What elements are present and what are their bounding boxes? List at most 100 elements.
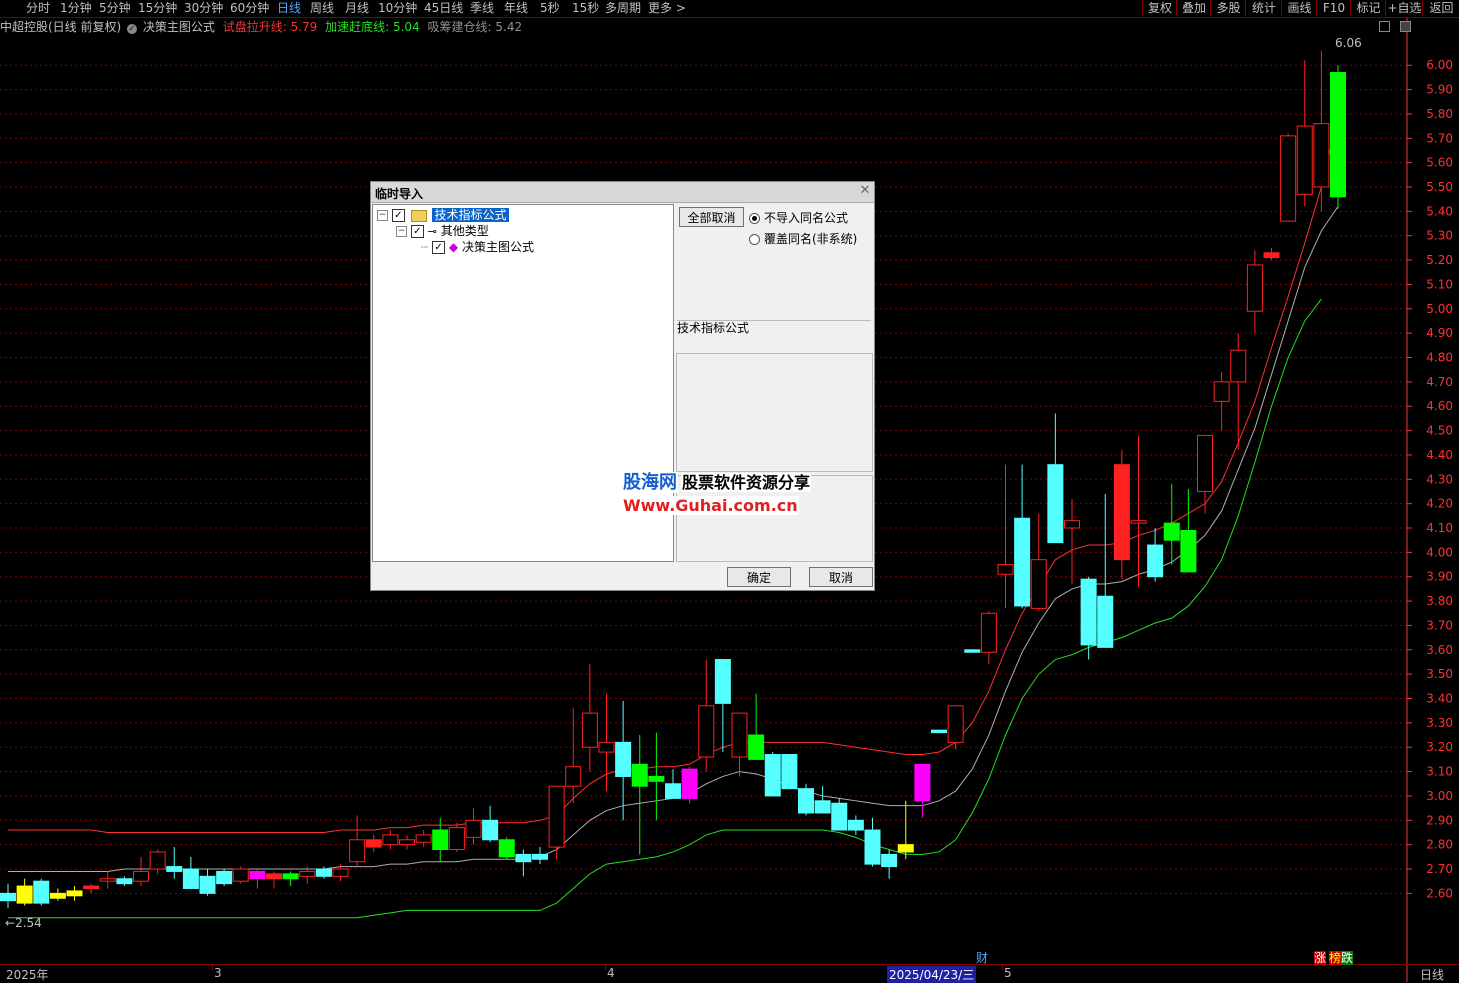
axis-month-3: 3 (214, 966, 222, 980)
candle-body (266, 873, 282, 880)
period-14[interactable]: 15秒 (572, 0, 599, 16)
candle-body (382, 834, 399, 846)
candle-body (1080, 578, 1097, 646)
candle-body (232, 868, 249, 882)
y-tick-label: 3.80 (1426, 594, 1453, 608)
period-5[interactable]: 60分钟 (230, 0, 269, 16)
child-checkbox[interactable]: ✓ (410, 225, 424, 238)
line3-value: 5.42 (495, 20, 523, 34)
y-tick-label: 5.70 (1426, 131, 1453, 145)
period-9[interactable]: 10分钟 (378, 0, 417, 16)
temp-import-dialog: 临时导入 ✕ − ✓ 技术指标公式 − ✓ ⊸ 其他类型 ┄ ✓ ◆ 决策主图公… (370, 181, 875, 591)
candle-body (648, 775, 665, 782)
y-tick-label: 5.30 (1426, 229, 1453, 243)
chart-right-icons (1379, 21, 1411, 35)
period-15[interactable]: 多周期 (605, 0, 641, 16)
candle-body (182, 868, 199, 889)
period-4[interactable]: 30分钟 (184, 0, 223, 16)
candle-body (1330, 72, 1346, 198)
period-2[interactable]: 5分钟 (99, 0, 131, 16)
toolbar-button-6[interactable]: 标记 (1350, 0, 1386, 16)
candle-body (399, 839, 415, 846)
y-tick-label: 3.20 (1426, 740, 1453, 754)
period-1[interactable]: 1分钟 (60, 0, 92, 16)
y-tick-label: 4.80 (1426, 351, 1453, 365)
y-tick-label: 3.70 (1426, 618, 1453, 632)
rise-marker[interactable]: 涨 (1314, 951, 1327, 965)
list-marker[interactable]: 榜 (1329, 951, 1342, 965)
overwrite-radio[interactable]: 覆盖同名(非系统) (749, 230, 857, 247)
candle-body (814, 800, 831, 814)
candle-body (1047, 464, 1064, 544)
candle-body (665, 783, 681, 799)
period-6[interactable]: 日线 (277, 0, 301, 16)
period-10[interactable]: 45日线 (424, 0, 463, 16)
y-tick-label: 5.90 (1426, 83, 1453, 97)
fall-marker[interactable]: 跌 (1341, 951, 1354, 965)
candle-body (282, 873, 299, 880)
close-icon[interactable]: ✕ (858, 184, 872, 198)
minimize-panel-icon[interactable] (1379, 21, 1390, 32)
period-13[interactable]: 5秒 (540, 0, 560, 16)
candle-body (1180, 529, 1197, 573)
y-tick-label: 4.70 (1426, 375, 1453, 389)
toolbar-button-1[interactable]: 叠加 (1176, 0, 1211, 16)
period-8[interactable]: 月线 (345, 0, 369, 16)
toolbar-button-3[interactable]: 统计 (1245, 0, 1282, 16)
no-import-radio[interactable]: 不导入同名公式 (749, 209, 848, 226)
cancel-button[interactable]: 取消 (809, 567, 873, 587)
financial-report-marker[interactable]: 财 (976, 949, 988, 966)
collapse-icon[interactable]: − (396, 226, 407, 237)
maximize-panel-icon[interactable] (1399, 21, 1411, 32)
candle-body (631, 763, 648, 787)
candle-body (299, 870, 316, 877)
candle-body (83, 885, 100, 889)
candle-body (515, 853, 532, 863)
tree-node-root[interactable]: − ✓ 技术指标公式 (377, 207, 509, 223)
candle-body (598, 741, 615, 753)
collapse-icon[interactable]: − (377, 210, 388, 221)
candle-body (365, 839, 382, 848)
candle-body (1213, 381, 1230, 402)
period-16[interactable]: 更多 > (648, 0, 686, 16)
cancel-all-button[interactable]: 全部取消 (679, 207, 744, 227)
low-arrow-icon: ← (5, 916, 16, 930)
formula-settings-icon[interactable]: ✓ (127, 24, 138, 34)
y-tick-label: 3.10 (1426, 765, 1453, 779)
toolbar-button-4[interactable]: 画线 (1281, 0, 1317, 16)
tree-node-leaf[interactable]: ┄ ✓ ◆ 决策主图公式 (421, 239, 534, 255)
toolbar-button-7[interactable]: +自选 (1385, 0, 1423, 16)
period-7[interactable]: 周线 (310, 0, 334, 16)
period-0[interactable]: 分时 (26, 0, 50, 16)
y-tick-label: 5.20 (1426, 253, 1453, 267)
candle-body (681, 768, 698, 799)
tree-node-child[interactable]: − ✓ ⊸ 其他类型 (396, 223, 489, 239)
candle-body (881, 853, 898, 868)
watermark-slogan: 股票软件资源分享 (681, 473, 812, 492)
candle-body (1014, 517, 1031, 607)
root-checkbox[interactable]: ✓ (391, 209, 405, 222)
candle-body (332, 868, 349, 877)
candle-body (548, 785, 565, 848)
candle-body (49, 892, 66, 899)
candle-body (1197, 434, 1213, 492)
toolbar-button-2[interactable]: 多股 (1210, 0, 1246, 16)
tree-root-label: 技术指标公式 (432, 208, 509, 222)
y-tick-label: 4.90 (1426, 326, 1453, 340)
stock-name[interactable]: 中超控股(日线 前复权) (0, 20, 121, 34)
candle-body (532, 853, 548, 860)
period-3[interactable]: 15分钟 (138, 0, 177, 16)
toolbar-button-5[interactable]: F10 (1316, 0, 1351, 16)
y-tick-label: 2.60 (1426, 886, 1453, 900)
dialog-titlebar[interactable]: 临时导入 ✕ (371, 182, 874, 203)
formula-name[interactable]: 决策主图公式 (143, 20, 215, 34)
y-tick-label: 3.30 (1426, 716, 1453, 730)
toolbar-button-8[interactable]: 返回 (1422, 0, 1459, 16)
candle-body (349, 839, 366, 863)
leaf-checkbox[interactable]: ✓ (432, 241, 446, 254)
y-tick-label: 6.00 (1426, 58, 1453, 72)
toolbar-button-0[interactable]: 复权 (1142, 0, 1177, 16)
period-12[interactable]: 年线 (504, 0, 528, 16)
ok-button[interactable]: 确定 (727, 567, 791, 587)
period-11[interactable]: 季线 (470, 0, 494, 16)
